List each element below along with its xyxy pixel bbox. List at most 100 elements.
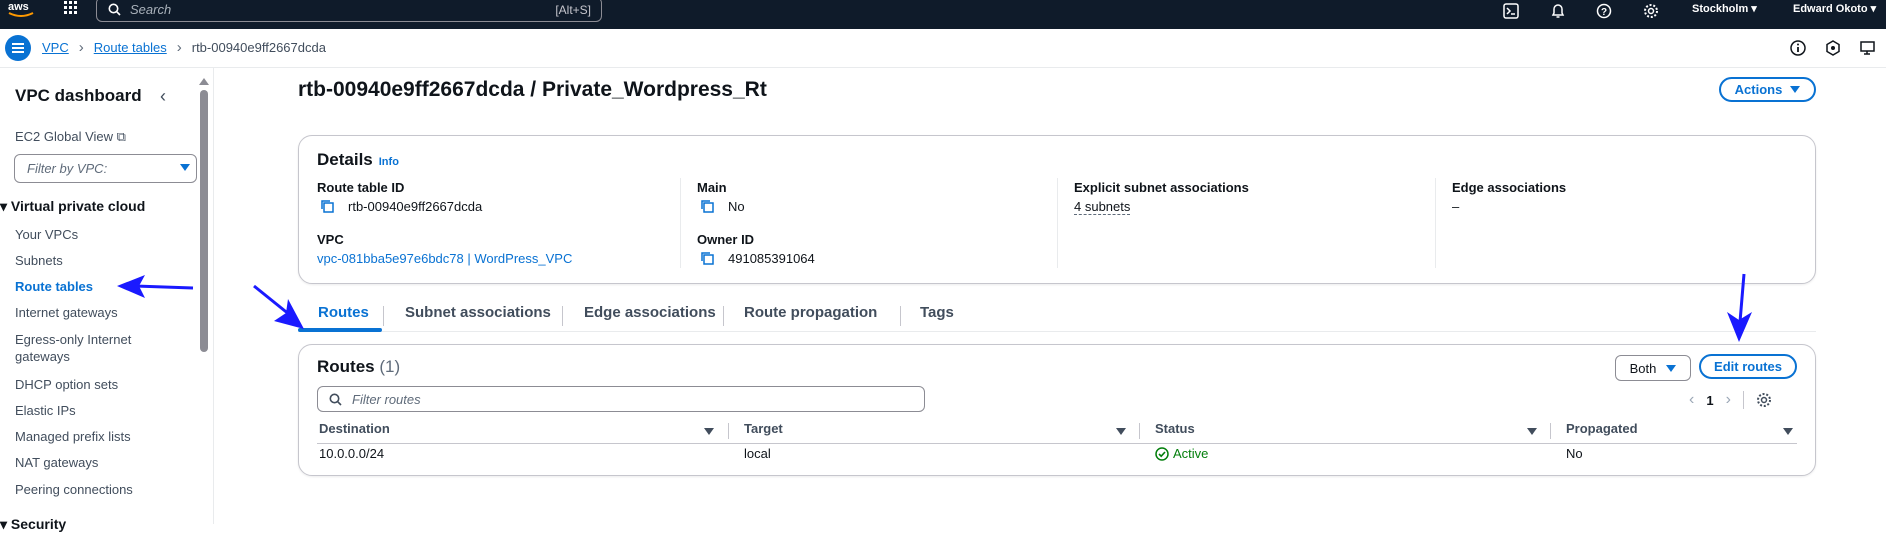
sidebar-section-label: Security <box>10 516 67 532</box>
region-label: Stockholm <box>1692 3 1749 15</box>
route-filter-select[interactable]: Both <box>1615 355 1691 381</box>
tab-separator <box>723 306 724 326</box>
sidebar-item-internet-gateways[interactable]: Internet gateways <box>15 304 118 321</box>
column-header-destination[interactable]: Destination <box>319 421 390 436</box>
column-resizer[interactable] <box>1550 423 1551 439</box>
sidebar-section-security[interactable]: ▾ Security <box>0 516 66 533</box>
search-icon <box>108 3 121 16</box>
close-sidebar-icon[interactable]: ‹ <box>160 86 166 107</box>
cloudshell-icon[interactable] <box>1503 3 1519 19</box>
active-tab-indicator <box>298 328 382 332</box>
filter-routes-input[interactable]: Filter routes <box>317 386 925 412</box>
breadcrumb: VPC › Route tables › rtb-00940e9ff2667dc… <box>42 39 326 56</box>
routes-title: Routes <box>317 357 375 376</box>
vpc-label: VPC <box>317 232 344 247</box>
column-resizer[interactable] <box>728 423 729 439</box>
tab-separator <box>383 306 384 326</box>
column-header-status[interactable]: Status <box>1155 421 1195 436</box>
route-status-label: Active <box>1173 446 1209 461</box>
pager-divider <box>1742 391 1744 409</box>
chevron-right-icon[interactable]: › <box>1726 391 1731 409</box>
sidebar-item-subnets[interactable]: Subnets <box>15 252 63 269</box>
caret-down-icon <box>1666 364 1677 372</box>
status-success-icon <box>1155 446 1169 461</box>
scroll-up-icon[interactable] <box>199 78 209 85</box>
sort-caret-icon[interactable] <box>1116 428 1126 435</box>
edit-routes-button[interactable]: Edit routes <box>1699 354 1797 379</box>
aws-logo[interactable]: aws <box>6 0 36 24</box>
tab-edge-associations[interactable]: Edge associations <box>584 304 716 321</box>
info-link[interactable]: Info <box>379 156 399 168</box>
sidebar-item-nat-gateways[interactable]: NAT gateways <box>15 454 98 471</box>
routes-heading: Routes (1) <box>317 357 400 377</box>
filter-routes-placeholder: Filter routes <box>352 392 421 407</box>
sort-caret-icon[interactable] <box>1527 428 1537 435</box>
copy-icon[interactable] <box>700 199 715 214</box>
chevron-down-icon: ▾ <box>1870 3 1877 15</box>
tab-subnet-associations[interactable]: Subnet associations <box>405 304 551 321</box>
sidebar-item-dhcp-option-sets[interactable]: DHCP option sets <box>15 376 118 393</box>
sidebar-title[interactable]: VPC dashboard <box>15 86 142 106</box>
filter-placeholder: Filter by VPC: <box>27 161 108 176</box>
actions-button[interactable]: Actions <box>1719 77 1816 102</box>
explicit-subnet-associations-value[interactable]: 4 subnets <box>1074 199 1131 215</box>
annotation-arrow-down-icon <box>1727 273 1752 342</box>
page-number[interactable]: 1 <box>1706 393 1713 408</box>
screen-icon[interactable] <box>1859 39 1877 57</box>
sidebar-item-your-vpcs[interactable]: Your VPCs <box>15 226 78 243</box>
main-label: Main <box>697 180 727 195</box>
filter-by-vpc-select[interactable]: Filter by VPC: <box>14 154 197 183</box>
sidebar-item-peering-connections[interactable]: Peering connections <box>15 481 133 498</box>
bell-icon[interactable] <box>1550 3 1566 19</box>
services-menu-icon[interactable] <box>64 1 78 15</box>
chevron-down-icon: ▾ <box>1751 3 1757 15</box>
search-placeholder: Search <box>130 2 172 17</box>
region-selector[interactable]: Stockholm ▾ <box>1692 2 1757 15</box>
side-nav-toggle[interactable] <box>5 35 31 61</box>
copy-icon[interactable] <box>320 199 335 214</box>
tab-tags[interactable]: Tags <box>920 304 954 321</box>
feedback-icon[interactable] <box>1824 39 1842 57</box>
help-icon[interactable]: ? <box>1596 3 1612 19</box>
search-input[interactable]: Search [Alt+S] <box>96 0 602 22</box>
chevron-left-icon[interactable]: ‹ <box>1689 391 1694 409</box>
sidebar-item-managed-prefix-lists[interactable]: Managed prefix lists <box>15 428 131 445</box>
settings-icon[interactable] <box>1643 3 1659 19</box>
sort-caret-icon[interactable] <box>704 428 714 435</box>
route-status: Active <box>1155 446 1208 461</box>
details-panel: Details Info Route table ID rtb-00940e9ff… <box>298 135 1816 284</box>
hamburger-icon <box>12 43 24 53</box>
tab-routes[interactable]: Routes <box>318 304 369 321</box>
search-shortcut: [Alt+S] <box>555 3 591 17</box>
svg-text:?: ? <box>1601 7 1607 18</box>
breadcrumb-vpc[interactable]: VPC <box>42 40 69 55</box>
header-divider <box>317 443 1797 444</box>
owner-id-label: Owner ID <box>697 232 755 247</box>
search-icon <box>329 393 342 406</box>
account-menu[interactable]: Edward Okoto ▾ <box>1793 2 1876 15</box>
info-icon[interactable] <box>1789 39 1807 57</box>
tab-route-propagation[interactable]: Route propagation <box>744 304 877 321</box>
scrollbar-thumb[interactable] <box>200 90 208 352</box>
sidebar-item-elastic-ips[interactable]: Elastic IPs <box>15 402 76 419</box>
route-destination: 10.0.0.0/24 <box>319 446 385 461</box>
route-propagated: No <box>1566 446 1583 461</box>
sidebar-item-ec2-global-view[interactable]: EC2 Global View ⧉ <box>15 128 126 145</box>
column-header-target[interactable]: Target <box>744 421 783 436</box>
sidebar-item-egress-only-internet-gateways[interactable]: Egress-only Internet gateways <box>15 331 155 365</box>
sidebar-item-route-tables[interactable]: Route tables <box>15 278 93 295</box>
edge-associations-value: – <box>1452 199 1460 214</box>
sort-caret-icon[interactable] <box>1783 428 1793 435</box>
svg-text:aws: aws <box>8 1 29 13</box>
sidebar-item-label: EC2 Global View <box>15 129 114 144</box>
copy-icon[interactable] <box>700 251 715 266</box>
details-heading: Details <box>317 150 373 169</box>
route-target: local <box>744 446 771 461</box>
vpc-link[interactable]: vpc-081bba5e97e6bdc78 | WordPress_VPC <box>317 251 572 266</box>
gear-icon[interactable] <box>1756 392 1772 408</box>
sidebar-section-virtual-private-cloud[interactable]: ▾ Virtual private cloud <box>0 198 145 215</box>
breadcrumb-route-tables[interactable]: Route tables <box>94 40 167 55</box>
sidebar-scrollbar[interactable] <box>199 78 209 524</box>
column-header-propagated[interactable]: Propagated <box>1566 421 1638 436</box>
column-resizer[interactable] <box>1139 423 1140 439</box>
